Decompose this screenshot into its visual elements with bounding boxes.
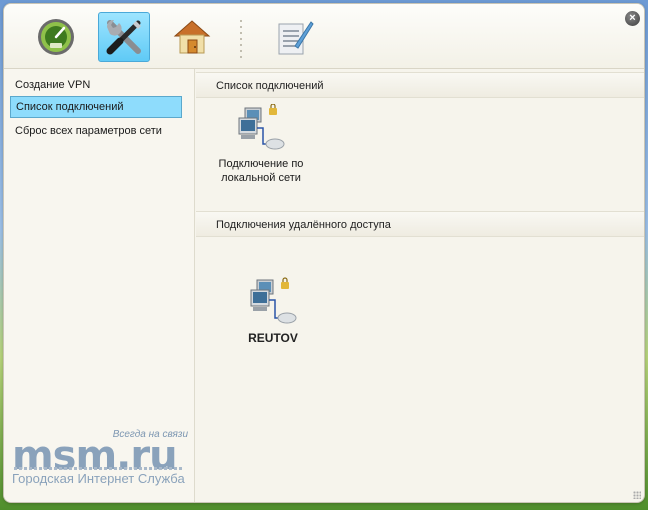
network-computers-icon xyxy=(250,277,297,324)
sidebar: Создание VPN Список подключений Сброс вс… xyxy=(4,69,195,502)
sidebar-item-label: Список подключений xyxy=(16,101,124,113)
resize-grip[interactable] xyxy=(633,491,641,499)
section-header-connections: Список подключений xyxy=(196,72,644,98)
close-button[interactable]: × xyxy=(625,11,640,26)
sidebar-item-label: Сброс всех параметров сети xyxy=(15,125,162,137)
section-title: Список подключений xyxy=(216,80,324,92)
connection-reutov[interactable]: REUTOV xyxy=(218,276,328,345)
connection-label: Подключение по локальной сети xyxy=(218,158,304,184)
app-window: × Создание VPN Список подключений Сброс … xyxy=(4,4,644,502)
logo-divider xyxy=(14,467,184,470)
network-computers-icon xyxy=(238,103,285,150)
section-title: Подключения удалённого доступа xyxy=(216,219,391,231)
home-icon xyxy=(173,20,211,54)
toolbar-settings-button[interactable] xyxy=(98,12,150,62)
logo-subtitle: Городская Интернет Служба xyxy=(12,471,185,486)
toolbar-separator xyxy=(240,18,242,58)
toolbar-home-button[interactable] xyxy=(166,12,218,62)
notepad-icon xyxy=(278,21,314,55)
sidebar-item-create-vpn[interactable]: Создание VPN xyxy=(10,74,182,96)
close-icon: × xyxy=(629,12,636,24)
gauge-icon xyxy=(38,19,74,55)
sidebar-item-connections-list[interactable]: Список подключений xyxy=(10,96,182,118)
sidebar-item-reset-network[interactable]: Сброс всех параметров сети xyxy=(10,120,182,142)
section-header-remote-access: Подключения удалённого доступа xyxy=(196,211,644,237)
toolbar: × xyxy=(4,4,644,69)
connection-local-network[interactable]: Подключение по локальной сети xyxy=(206,103,316,185)
sidebar-item-label: Создание VPN xyxy=(15,79,91,91)
brand-logo: Всегда на связи msm.ru Городская Интерне… xyxy=(10,429,190,489)
toolbar-status-button[interactable] xyxy=(30,12,82,62)
toolbar-log-button[interactable] xyxy=(268,12,320,62)
tools-icon xyxy=(106,20,141,55)
connection-label: REUTOV xyxy=(248,331,298,345)
